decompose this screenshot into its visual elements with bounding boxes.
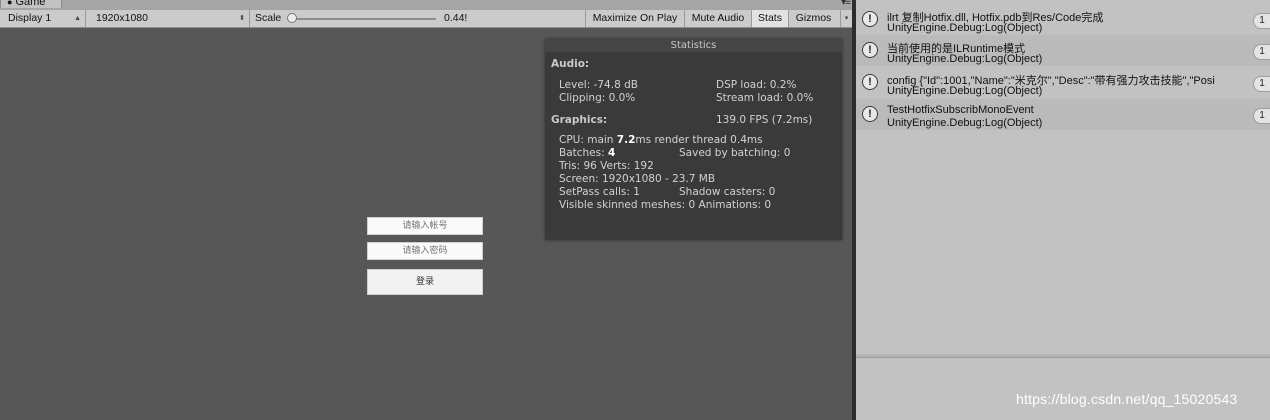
console-details-pane (856, 357, 1270, 420)
log-entry[interactable]: ! TestHotfixSubscribMonoEvent UnityEngin… (856, 99, 1270, 130)
graphics-header: Graphics: (551, 114, 608, 126)
log-message: TestHotfixSubscribMonoEvent (887, 104, 1034, 116)
game-toolbar: Display 1 ▲ 1920x1080 ⬍ Scale 0.44! Maxi… (0, 10, 852, 28)
dropdown-arrows-icon: ⬍ (239, 15, 245, 22)
log-stacktrace: UnityEngine.Debug:Log(Object) (887, 85, 1043, 97)
batches-prefix: Batches: (559, 147, 608, 159)
game-tab[interactable]: ● Game (0, 0, 62, 8)
log-entry[interactable]: ! config {"Id":1001,"Name":"米克尔","Desc":… (856, 67, 1270, 98)
game-tab-strip: ● Game ▾≡ (0, 0, 852, 10)
screen-stat: Screen: 1920x1080 - 23.7 MB (559, 173, 716, 185)
dropdown-arrows-icon: ▲ (74, 15, 81, 22)
login-button[interactable]: 登录 (367, 269, 483, 295)
display-dropdown-value: Display 1 (8, 12, 52, 24)
stats-button[interactable]: Stats (751, 10, 788, 27)
mute-audio-button[interactable]: Mute Audio (684, 10, 751, 27)
scale-slider-track[interactable] (291, 18, 436, 20)
cpu-main-value: 7.2 (616, 134, 636, 146)
display-dropdown[interactable]: Display 1 ▲ (0, 10, 86, 27)
game-view-panel: ● Game ▾≡ Display 1 ▲ 1920x1080 ⬍ Scale 0… (0, 0, 852, 420)
log-count-badge: 1 (1253, 44, 1270, 60)
statistics-panel: Statistics Audio: Level: -74.8 dB Clippi… (545, 39, 842, 240)
skinned-animations: Visible skinned meshes: 0 Animations: 0 (559, 199, 772, 211)
audio-level: Level: -74.8 dB (559, 79, 638, 91)
log-stacktrace: UnityEngine.Debug:Log(Object) (887, 117, 1043, 129)
gizmos-button[interactable]: Gizmos (788, 10, 838, 27)
console-panel: ! ilrt 复制Hotfix.dll, Hotfix.pdb到Res/Code… (856, 0, 1270, 420)
game-controller-icon: ● (7, 0, 13, 7)
log-entry[interactable]: ! 当前使用的是ILRuntime模式 UnityEngine.Debug:Lo… (856, 35, 1270, 66)
audio-header: Audio: (551, 58, 590, 70)
info-icon: ! (862, 42, 878, 58)
password-input[interactable] (367, 242, 483, 260)
saved-by-batching: Saved by batching: 0 (679, 147, 791, 159)
batches-stat: Batches: 4 (559, 147, 615, 159)
log-stacktrace: UnityEngine.Debug:Log(Object) (887, 53, 1043, 65)
statistics-title: Statistics (545, 39, 842, 52)
info-icon: ! (862, 74, 878, 90)
fps-value: 139.0 FPS (7.2ms) (716, 114, 813, 126)
cpu-stats: CPU: main 7.2ms render thread 0.4ms (559, 134, 763, 146)
resolution-dropdown[interactable]: 1920x1080 ⬍ (88, 10, 250, 27)
dsp-load: DSP load: 0.2% (716, 79, 797, 91)
tris-verts: Tris: 96 Verts: 192 (559, 160, 654, 172)
gizmos-dropdown-icon[interactable]: ▾ (840, 10, 852, 27)
audio-clipping: Clipping: 0.0% (559, 92, 636, 104)
shadow-casters: Shadow casters: 0 (679, 186, 776, 198)
watermark: https://blog.csdn.net/qq_15020543 (1016, 391, 1238, 407)
stream-load: Stream load: 0.0% (716, 92, 814, 104)
info-icon: ! (862, 106, 878, 122)
log-entry[interactable]: ! ilrt 复制Hotfix.dll, Hotfix.pdb到Res/Code… (856, 4, 1270, 35)
scale-value: 0.44! (444, 12, 468, 24)
setpass-calls: SetPass calls: 1 (559, 186, 640, 198)
cpu-prefix: CPU: main (559, 134, 617, 146)
maximize-on-play-button[interactable]: Maximize On Play (585, 10, 684, 27)
scale-slider-thumb[interactable] (287, 13, 297, 23)
console-log-list: ! ilrt 复制Hotfix.dll, Hotfix.pdb到Res/Code… (856, 0, 1270, 357)
log-count-badge: 1 (1253, 108, 1270, 124)
game-tab-label: Game (15, 0, 46, 8)
cpu-suffix: ms render thread 0.4ms (635, 134, 763, 146)
scale-label: Scale (255, 12, 282, 24)
account-input[interactable] (367, 217, 483, 235)
log-count-badge: 1 (1253, 76, 1270, 92)
log-count-badge: 1 (1253, 13, 1270, 29)
resolution-dropdown-value: 1920x1080 (96, 12, 148, 24)
panel-menu-icon[interactable]: ▾≡ (841, 0, 851, 8)
log-stacktrace: UnityEngine.Debug:Log(Object) (887, 22, 1043, 34)
info-icon: ! (862, 11, 878, 27)
batches-value: 4 (608, 147, 616, 159)
